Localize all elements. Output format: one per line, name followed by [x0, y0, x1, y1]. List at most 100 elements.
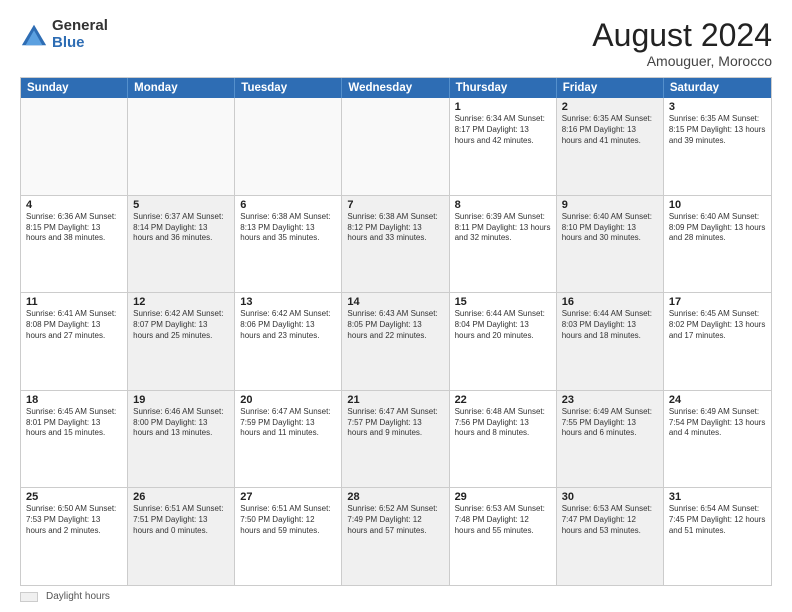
cal-cell-4-5: 30Sunrise: 6:53 AM Sunset: 7:47 PM Dayli… — [557, 488, 664, 585]
day-number: 24 — [669, 394, 766, 406]
cell-daylight-info: Sunrise: 6:35 AM Sunset: 8:15 PM Dayligh… — [669, 114, 766, 146]
cal-cell-3-3: 21Sunrise: 6:47 AM Sunset: 7:57 PM Dayli… — [342, 391, 449, 488]
cal-cell-2-4: 15Sunrise: 6:44 AM Sunset: 8:04 PM Dayli… — [450, 293, 557, 390]
cal-cell-1-4: 8Sunrise: 6:39 AM Sunset: 8:11 PM Daylig… — [450, 196, 557, 293]
logo: General Blue — [20, 18, 108, 51]
cell-daylight-info: Sunrise: 6:38 AM Sunset: 8:12 PM Dayligh… — [347, 212, 443, 244]
cell-daylight-info: Sunrise: 6:48 AM Sunset: 7:56 PM Dayligh… — [455, 407, 551, 439]
day-number: 12 — [133, 296, 229, 308]
cal-header-monday: Monday — [128, 78, 235, 98]
day-number: 25 — [26, 491, 122, 503]
cal-cell-0-1 — [128, 98, 235, 195]
logo-icon — [20, 21, 48, 49]
title-area: August 2024 Amouguer, Morocco — [592, 18, 772, 69]
cell-daylight-info: Sunrise: 6:44 AM Sunset: 8:03 PM Dayligh… — [562, 309, 658, 341]
day-number: 18 — [26, 394, 122, 406]
cal-week-2: 11Sunrise: 6:41 AM Sunset: 8:08 PM Dayli… — [21, 293, 771, 391]
cal-header-tuesday: Tuesday — [235, 78, 342, 98]
cal-cell-0-4: 1Sunrise: 6:34 AM Sunset: 8:17 PM Daylig… — [450, 98, 557, 195]
footer-label: Daylight hours — [46, 591, 110, 602]
cell-daylight-info: Sunrise: 6:41 AM Sunset: 8:08 PM Dayligh… — [26, 309, 122, 341]
cal-cell-3-0: 18Sunrise: 6:45 AM Sunset: 8:01 PM Dayli… — [21, 391, 128, 488]
cell-daylight-info: Sunrise: 6:51 AM Sunset: 7:50 PM Dayligh… — [240, 504, 336, 536]
day-number: 11 — [26, 296, 122, 308]
cell-daylight-info: Sunrise: 6:49 AM Sunset: 7:54 PM Dayligh… — [669, 407, 766, 439]
cell-daylight-info: Sunrise: 6:51 AM Sunset: 7:51 PM Dayligh… — [133, 504, 229, 536]
cell-daylight-info: Sunrise: 6:35 AM Sunset: 8:16 PM Dayligh… — [562, 114, 658, 146]
cal-cell-4-0: 25Sunrise: 6:50 AM Sunset: 7:53 PM Dayli… — [21, 488, 128, 585]
cal-cell-2-1: 12Sunrise: 6:42 AM Sunset: 8:07 PM Dayli… — [128, 293, 235, 390]
day-number: 1 — [455, 101, 551, 113]
cal-cell-0-5: 2Sunrise: 6:35 AM Sunset: 8:16 PM Daylig… — [557, 98, 664, 195]
cal-header-thursday: Thursday — [450, 78, 557, 98]
day-number: 7 — [347, 199, 443, 211]
day-number: 15 — [455, 296, 551, 308]
footer: Daylight hours — [20, 591, 772, 602]
cal-cell-2-5: 16Sunrise: 6:44 AM Sunset: 8:03 PM Dayli… — [557, 293, 664, 390]
cell-daylight-info: Sunrise: 6:49 AM Sunset: 7:55 PM Dayligh… — [562, 407, 658, 439]
cell-daylight-info: Sunrise: 6:38 AM Sunset: 8:13 PM Dayligh… — [240, 212, 336, 244]
calendar-header: SundayMondayTuesdayWednesdayThursdayFrid… — [21, 78, 771, 98]
cell-daylight-info: Sunrise: 6:40 AM Sunset: 8:09 PM Dayligh… — [669, 212, 766, 244]
cal-header-sunday: Sunday — [21, 78, 128, 98]
cal-header-saturday: Saturday — [664, 78, 771, 98]
cell-daylight-info: Sunrise: 6:52 AM Sunset: 7:49 PM Dayligh… — [347, 504, 443, 536]
cell-daylight-info: Sunrise: 6:46 AM Sunset: 8:00 PM Dayligh… — [133, 407, 229, 439]
day-number: 16 — [562, 296, 658, 308]
daylight-swatch — [20, 592, 38, 602]
cell-daylight-info: Sunrise: 6:45 AM Sunset: 8:02 PM Dayligh… — [669, 309, 766, 341]
cell-daylight-info: Sunrise: 6:37 AM Sunset: 8:14 PM Dayligh… — [133, 212, 229, 244]
cal-cell-2-2: 13Sunrise: 6:42 AM Sunset: 8:06 PM Dayli… — [235, 293, 342, 390]
logo-text: General Blue — [52, 18, 108, 51]
cal-cell-4-2: 27Sunrise: 6:51 AM Sunset: 7:50 PM Dayli… — [235, 488, 342, 585]
cal-cell-1-2: 6Sunrise: 6:38 AM Sunset: 8:13 PM Daylig… — [235, 196, 342, 293]
cal-cell-1-1: 5Sunrise: 6:37 AM Sunset: 8:14 PM Daylig… — [128, 196, 235, 293]
cal-cell-3-2: 20Sunrise: 6:47 AM Sunset: 7:59 PM Dayli… — [235, 391, 342, 488]
day-number: 14 — [347, 296, 443, 308]
day-number: 26 — [133, 491, 229, 503]
page: General Blue August 2024 Amouguer, Moroc… — [0, 0, 792, 612]
cal-cell-4-3: 28Sunrise: 6:52 AM Sunset: 7:49 PM Dayli… — [342, 488, 449, 585]
cell-daylight-info: Sunrise: 6:40 AM Sunset: 8:10 PM Dayligh… — [562, 212, 658, 244]
cell-daylight-info: Sunrise: 6:42 AM Sunset: 8:07 PM Dayligh… — [133, 309, 229, 341]
cal-cell-0-0 — [21, 98, 128, 195]
cell-daylight-info: Sunrise: 6:50 AM Sunset: 7:53 PM Dayligh… — [26, 504, 122, 536]
subtitle: Amouguer, Morocco — [592, 53, 772, 69]
day-number: 13 — [240, 296, 336, 308]
cal-header-friday: Friday — [557, 78, 664, 98]
cal-cell-0-6: 3Sunrise: 6:35 AM Sunset: 8:15 PM Daylig… — [664, 98, 771, 195]
day-number: 31 — [669, 491, 766, 503]
cal-cell-1-6: 10Sunrise: 6:40 AM Sunset: 8:09 PM Dayli… — [664, 196, 771, 293]
cal-week-4: 25Sunrise: 6:50 AM Sunset: 7:53 PM Dayli… — [21, 488, 771, 585]
day-number: 30 — [562, 491, 658, 503]
cal-cell-3-4: 22Sunrise: 6:48 AM Sunset: 7:56 PM Dayli… — [450, 391, 557, 488]
main-title: August 2024 — [592, 18, 772, 53]
logo-general-text: General — [52, 18, 108, 35]
cell-daylight-info: Sunrise: 6:53 AM Sunset: 7:47 PM Dayligh… — [562, 504, 658, 536]
cell-daylight-info: Sunrise: 6:47 AM Sunset: 7:57 PM Dayligh… — [347, 407, 443, 439]
day-number: 29 — [455, 491, 551, 503]
cell-daylight-info: Sunrise: 6:39 AM Sunset: 8:11 PM Dayligh… — [455, 212, 551, 244]
day-number: 5 — [133, 199, 229, 211]
cell-daylight-info: Sunrise: 6:36 AM Sunset: 8:15 PM Dayligh… — [26, 212, 122, 244]
cell-daylight-info: Sunrise: 6:53 AM Sunset: 7:48 PM Dayligh… — [455, 504, 551, 536]
day-number: 2 — [562, 101, 658, 113]
cal-cell-2-3: 14Sunrise: 6:43 AM Sunset: 8:05 PM Dayli… — [342, 293, 449, 390]
cell-daylight-info: Sunrise: 6:54 AM Sunset: 7:45 PM Dayligh… — [669, 504, 766, 536]
day-number: 17 — [669, 296, 766, 308]
cal-cell-1-0: 4Sunrise: 6:36 AM Sunset: 8:15 PM Daylig… — [21, 196, 128, 293]
cal-week-3: 18Sunrise: 6:45 AM Sunset: 8:01 PM Dayli… — [21, 391, 771, 489]
day-number: 3 — [669, 101, 766, 113]
logo-blue-text: Blue — [52, 35, 108, 52]
cal-cell-3-1: 19Sunrise: 6:46 AM Sunset: 8:00 PM Dayli… — [128, 391, 235, 488]
cal-cell-0-2 — [235, 98, 342, 195]
day-number: 27 — [240, 491, 336, 503]
day-number: 23 — [562, 394, 658, 406]
day-number: 20 — [240, 394, 336, 406]
day-number: 28 — [347, 491, 443, 503]
cal-cell-0-3 — [342, 98, 449, 195]
cal-cell-1-3: 7Sunrise: 6:38 AM Sunset: 8:12 PM Daylig… — [342, 196, 449, 293]
cal-cell-4-1: 26Sunrise: 6:51 AM Sunset: 7:51 PM Dayli… — [128, 488, 235, 585]
day-number: 9 — [562, 199, 658, 211]
cal-header-wednesday: Wednesday — [342, 78, 449, 98]
